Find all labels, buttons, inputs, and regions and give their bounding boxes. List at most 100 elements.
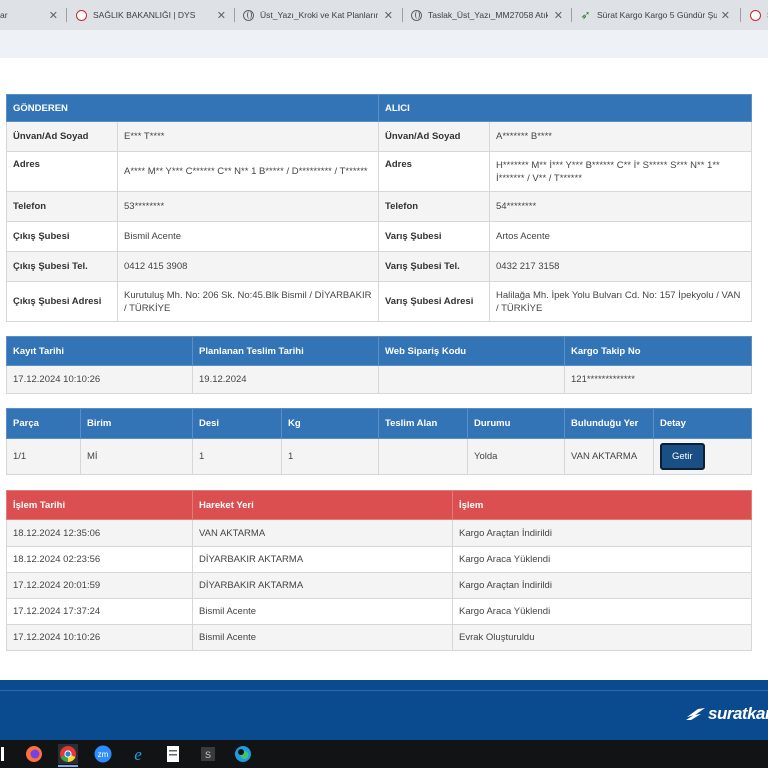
- movement-location-value: VAN AKTARMA: [192, 519, 453, 547]
- departure-branch-address-value: Kurutuluş Mh. No: 206 Sk. No:45.Blk Bism…: [117, 281, 379, 322]
- start-icon[interactable]: [0, 744, 12, 764]
- web-order-code-header: Web Sipariş Kodu: [378, 336, 565, 366]
- status-header: Durumu: [467, 408, 565, 439]
- web-order-code-value: [378, 365, 565, 394]
- location-header: Bulunduğu Yer: [564, 408, 654, 439]
- internet-explorer-icon[interactable]: e: [128, 744, 148, 764]
- globe-icon: [243, 9, 254, 21]
- browser-tab-1[interactable]: ar ✕: [0, 4, 58, 26]
- sender-address-label: Adres: [6, 151, 118, 192]
- getir-button[interactable]: Getir: [660, 443, 705, 470]
- tab-close-icon[interactable]: ✕: [721, 9, 730, 22]
- table-row: 17.12.2024 20:01:59 DİYARBAKIR AKTARMA K…: [6, 572, 752, 599]
- receiver-address-label: Adres: [378, 151, 490, 192]
- operation-value: Kargo Araçtan İndirildi: [452, 519, 752, 547]
- movement-location-value: Bismil Acente: [192, 624, 453, 651]
- windows-taskbar: zm e S: [0, 740, 768, 768]
- browser-tab-4[interactable]: Taslak_Üst_Yazı_MM27058 Atık ✕: [411, 4, 563, 26]
- receiver-person-value: [378, 438, 468, 475]
- receiver-phone-label: Telefon: [378, 191, 490, 222]
- file-icon[interactable]: [163, 744, 183, 764]
- part-header: Parça: [6, 408, 81, 439]
- receiver-person-header: Teslim Alan: [378, 408, 468, 439]
- planned-delivery-header: Planlanan Teslim Tarihi: [192, 336, 379, 366]
- arrival-branch-value: Artos Acente: [489, 221, 752, 252]
- movement-location-value: DİYARBAKIR AKTARMA: [192, 546, 453, 573]
- receiver-address-value: H******* M** İ*** Y*** B****** C** İ* S*…: [489, 151, 752, 192]
- operation-date-value: 18.12.2024 02:23:56: [6, 546, 193, 573]
- unit-value: Mİ: [80, 438, 193, 475]
- registration-date-header: Kayıt Tarihi: [6, 336, 193, 366]
- operation-date-value: 17.12.2024 10:10:26: [6, 624, 193, 651]
- surat-kargo-swoosh-icon: [686, 708, 705, 720]
- departure-branch-phone-value: 0412 415 3908: [117, 251, 379, 282]
- dys-logo-icon: [76, 9, 87, 21]
- unit-header: Birim: [80, 408, 193, 439]
- table-row: Telefon 53******** Telefon 54********: [6, 191, 752, 222]
- browser-tab-6[interactable]: S: [750, 4, 768, 26]
- parcels-table: Parça Birim Desi Kg Teslim Alan Durumu B…: [6, 408, 752, 475]
- surat-kargo-icon: ➶: [580, 7, 591, 22]
- tab-label: Sürat Kargo Kargo 5 Gündür Şu: [597, 10, 717, 20]
- table-row: 17.12.2024 17:37:24 Bismil Acente Kargo …: [6, 598, 752, 625]
- detail-header: Detay: [653, 408, 752, 439]
- app-label: S: [205, 750, 211, 760]
- edge-icon[interactable]: [233, 744, 253, 764]
- receiver-name-label: Ünvan/Ad Soyad: [378, 121, 490, 152]
- table-row: Adres A**** M** Y*** C****** C** N** 1 B…: [6, 151, 752, 192]
- tracking-number-value: 121*************: [564, 365, 752, 394]
- departure-branch-address-label: Çıkış Şubesi Adresi: [6, 281, 118, 322]
- part-value: 1/1: [6, 438, 81, 475]
- operation-date-header: İşlem Tarihi: [6, 490, 193, 520]
- detail-cell: Getir: [653, 438, 752, 475]
- browser-tab-2[interactable]: SAĞLIK BAKANLIĞI | DYS ✕: [76, 4, 226, 26]
- operation-value: Kargo Araca Yüklendi: [452, 546, 752, 573]
- globe-icon: [411, 9, 422, 21]
- sender-phone-label: Telefon: [6, 191, 118, 222]
- tab-close-icon[interactable]: ✕: [384, 9, 393, 22]
- shipment-info-table: Kayıt Tarihi Planlanan Teslim Tarihi Web…: [6, 336, 752, 394]
- sender-phone-value: 53********: [117, 191, 379, 222]
- sender-header: GÖNDEREN: [6, 94, 379, 122]
- surat-kargo-logo[interactable]: suratkargo: [686, 704, 768, 724]
- tab-label: SAĞLIK BAKANLIĞI | DYS: [93, 10, 196, 20]
- tab-label: ar: [0, 10, 8, 20]
- firefox-icon[interactable]: [24, 744, 44, 764]
- table-row: 1/1 Mİ 1 1 Yolda VAN AKTARMA Getir: [6, 438, 752, 475]
- receiver-phone-value: 54********: [489, 191, 752, 222]
- departure-branch-value: Bismil Acente: [117, 221, 379, 252]
- tab-close-icon[interactable]: ✕: [217, 9, 226, 22]
- kg-value: 1: [281, 438, 379, 475]
- tab-close-icon[interactable]: ✕: [554, 9, 563, 22]
- movements-table: İşlem Tarihi Hareket Yeri İşlem 18.12.20…: [6, 490, 752, 651]
- registration-date-value: 17.12.2024 10:10:26: [6, 365, 193, 394]
- operation-value: Kargo Araçtan İndirildi: [452, 572, 752, 599]
- kg-header: Kg: [281, 408, 379, 439]
- browser-tab-strip: ar ✕ SAĞLIK BAKANLIĞI | DYS ✕ Üst_Yazı_K…: [0, 0, 768, 30]
- sender-address-value: A**** M** Y*** C****** C** N** 1 B***** …: [117, 151, 379, 192]
- receiver-name-value: A******* B****: [489, 121, 752, 152]
- table-row: Çıkış Şubesi Tel. 0412 415 3908 Varış Şu…: [6, 251, 752, 282]
- chrome-icon[interactable]: [58, 744, 78, 767]
- sender-name-value: E*** T****: [117, 121, 379, 152]
- table-row: 17.12.2024 10:10:26 Bismil Acente Evrak …: [6, 624, 752, 651]
- planned-delivery-value: 19.12.2024: [192, 365, 379, 394]
- operation-date-value: 18.12.2024 12:35:06: [6, 519, 193, 547]
- operation-date-value: 17.12.2024 20:01:59: [6, 572, 193, 599]
- sender-receiver-table: GÖNDEREN ALICI Ünvan/Ad Soyad E*** T****…: [6, 94, 752, 322]
- app-icon[interactable]: S: [198, 744, 218, 764]
- brand-text: suratkargo: [708, 704, 768, 723]
- arrival-branch-address-label: Varış Şubesi Adresi: [378, 281, 490, 322]
- desi-header: Desi: [192, 408, 282, 439]
- browser-tab-5[interactable]: ➶ Sürat Kargo Kargo 5 Gündür Şu ✕: [580, 4, 730, 26]
- operation-value: Kargo Araca Yüklendi: [452, 598, 752, 625]
- browser-tab-3[interactable]: Üst_Yazı_Kroki ve Kat Planlarının ✕: [243, 4, 393, 26]
- tab-close-icon[interactable]: ✕: [49, 9, 58, 22]
- status-value: Yolda: [467, 438, 565, 475]
- receiver-header: ALICI: [378, 94, 752, 122]
- zoom-icon[interactable]: zm: [93, 744, 113, 764]
- table-row: Çıkış Şubesi Bismil Acente Varış Şubesi …: [6, 221, 752, 252]
- browser-toolbar: [0, 30, 768, 58]
- tab-label: Taslak_Üst_Yazı_MM27058 Atık: [428, 10, 548, 20]
- movement-location-value: DİYARBAKIR AKTARMA: [192, 572, 453, 599]
